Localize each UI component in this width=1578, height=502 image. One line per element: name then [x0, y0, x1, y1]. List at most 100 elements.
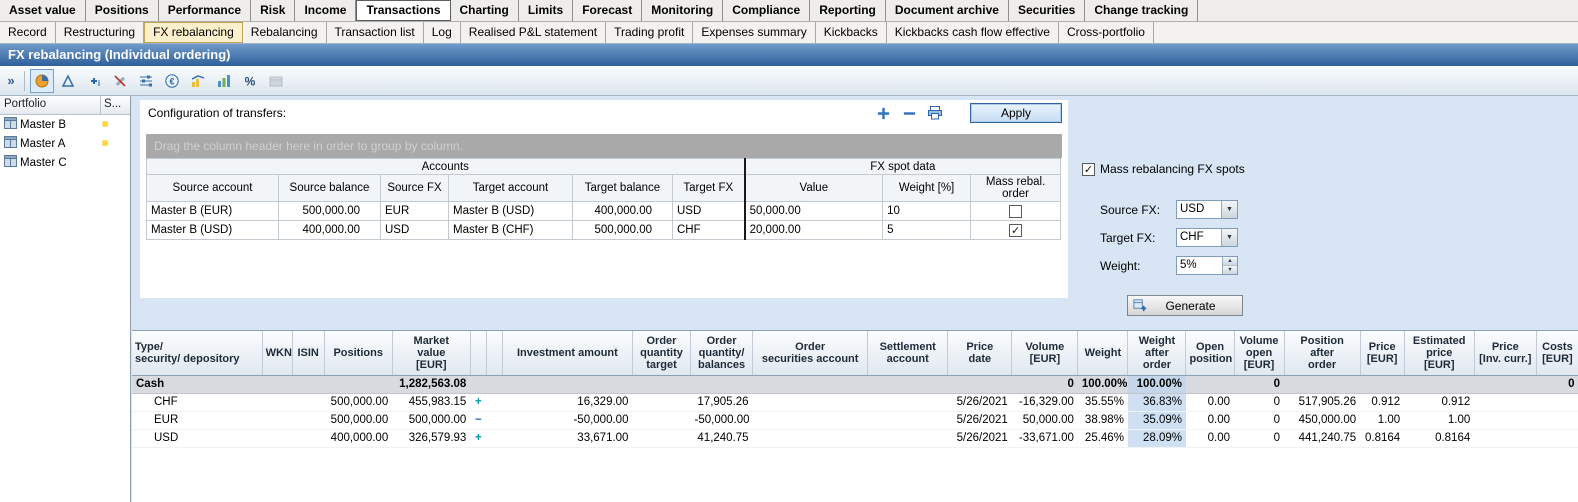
col-header-source-fx[interactable]: Source FX [381, 175, 449, 202]
subtab-kickbacks[interactable]: Kickbacks [816, 22, 887, 43]
weight-stepper[interactable]: 5% ▲ ▼ [1176, 256, 1238, 275]
price-chart-icon[interactable] [186, 69, 210, 93]
chevron-down-icon[interactable]: ▼ [1221, 201, 1237, 218]
source-fx-select[interactable]: USD ▼ [1176, 200, 1238, 219]
col-header-value[interactable]: Value [745, 175, 883, 202]
target-fx-select[interactable]: CHF ▼ [1176, 228, 1238, 247]
generate-button[interactable]: Generate [1127, 295, 1243, 316]
tab-income[interactable]: Income [295, 0, 356, 21]
tab-performance[interactable]: Performance [159, 0, 251, 21]
delta-icon[interactable] [56, 69, 80, 93]
percent-search-icon[interactable]: % [238, 69, 262, 93]
remove-transfer-icon[interactable] [900, 104, 918, 122]
col-header[interactable]: Price [EUR] [1360, 331, 1404, 375]
subtab-realised-pl-statement[interactable]: Realised P&L statement [461, 22, 606, 43]
col-header[interactable]: Volume open [EUR] [1234, 331, 1284, 375]
col-header[interactable]: Estimated price [EUR] [1404, 331, 1474, 375]
col-header-target-balance[interactable]: Target balance [573, 175, 673, 202]
position-row-eur[interactable]: EUR 500,000.00 500,000.00 − -50,000.00 -… [132, 411, 1578, 429]
subtab-restructuring[interactable]: Restructuring [56, 22, 144, 43]
stepper-up-icon[interactable]: ▲ [1223, 257, 1237, 266]
mass-rebal-checkbox[interactable]: ✓ [1009, 224, 1022, 237]
add-transfer-icon[interactable] [874, 104, 892, 122]
col-header-mass-rebal-order[interactable]: Mass rebal. order [971, 175, 1061, 202]
position-row-usd[interactable]: USD 400,000.00 326,579.93 + 33,671.00 41… [132, 429, 1578, 447]
tab-risk[interactable]: Risk [251, 0, 295, 21]
tab-document-archive[interactable]: Document archive [886, 0, 1009, 21]
group-by-drop-zone[interactable]: Drag the column header here in order to … [146, 134, 1062, 158]
tab-forecast[interactable]: Forecast [573, 0, 642, 21]
col-header-target-account[interactable]: Target account [449, 175, 573, 202]
transfer-row[interactable]: Master B (EUR) 500,000.00 EUR Master B (… [147, 202, 1061, 221]
euro-icon[interactable]: € [160, 69, 184, 93]
col-header[interactable]: Position after order [1284, 331, 1360, 375]
tab-charting[interactable]: Charting [451, 0, 519, 21]
add-info-icon[interactable]: i [82, 69, 106, 93]
col-header[interactable]: Volume [EUR] [1012, 331, 1078, 375]
mass-rebal-checkbox[interactable] [1009, 205, 1022, 218]
col-header[interactable]: Order quantity/ balances [691, 331, 753, 375]
bar-chart-icon[interactable] [212, 69, 236, 93]
transfer-row[interactable]: Master B (USD) 400,000.00 USD Master B (… [147, 221, 1061, 240]
subtab-record[interactable]: Record [0, 22, 56, 43]
mass-rebalancing-checkbox[interactable]: ✓ [1082, 163, 1095, 176]
print-icon[interactable] [926, 104, 944, 122]
position-row-chf[interactable]: CHF 500,000.00 455,983.15 + 16,329.00 17… [132, 393, 1578, 411]
col-header[interactable]: Order quantity target [632, 331, 690, 375]
subtab-kickbacks-cash-flow-effective[interactable]: Kickbacks cash flow effective [887, 22, 1059, 43]
tab-asset-value[interactable]: Asset value [0, 0, 86, 21]
subtab-trading-profit[interactable]: Trading profit [606, 22, 693, 43]
tab-compliance[interactable]: Compliance [723, 0, 810, 21]
subtab-cross-portfolio[interactable]: Cross-portfolio [1059, 22, 1154, 43]
col-header-weight[interactable]: Weight [%] [883, 175, 971, 202]
tab-positions[interactable]: Positions [86, 0, 159, 21]
col-header[interactable]: Weight after order [1128, 331, 1186, 375]
col-header[interactable]: Open position [1186, 331, 1234, 375]
portfolio-column-header[interactable]: Portfolio [0, 96, 101, 114]
tab-limits[interactable]: Limits [519, 0, 573, 21]
col-header[interactable]: Price [Inv. curr.] [1474, 331, 1536, 375]
subtab-log[interactable]: Log [424, 22, 461, 43]
col-header-target-fx[interactable]: Target FX [673, 175, 745, 202]
apply-button[interactable]: Apply [970, 103, 1062, 123]
portfolio-item-master-a[interactable]: Master A ■ [0, 134, 130, 153]
status-column-header[interactable]: S... [101, 96, 130, 114]
stepper-down-icon[interactable]: ▼ [1223, 266, 1237, 274]
portfolio-item-master-c[interactable]: Master C [0, 153, 130, 172]
col-header[interactable]: WKN [262, 331, 292, 375]
col-header[interactable]: Market value [EUR] [392, 331, 470, 375]
sliders-icon[interactable] [134, 69, 158, 93]
col-header[interactable]: Weight [1078, 331, 1128, 375]
tab-reporting[interactable]: Reporting [810, 0, 886, 21]
mass-rebalancing-checkbox-row[interactable]: ✓ Mass rebalancing FX spots [1082, 162, 1245, 176]
col-header[interactable] [486, 331, 502, 375]
subtab-rebalancing[interactable]: Rebalancing [243, 22, 327, 43]
subtab-expenses-summary[interactable]: Expenses summary [693, 22, 815, 43]
cell [1474, 393, 1536, 411]
col-header[interactable] [470, 331, 486, 375]
col-header[interactable]: Settlement account [868, 331, 948, 375]
col-header[interactable]: Investment amount [502, 331, 632, 375]
cash-group-row[interactable]: Cash 1,282,563.08 0 1 [132, 375, 1578, 393]
cell: 50,000.00 [745, 202, 883, 221]
col-header[interactable]: Type/ security/ depository [132, 331, 262, 375]
col-header[interactable]: Price date [948, 331, 1012, 375]
col-header[interactable]: Order securities account [753, 331, 868, 375]
subtab-fx-rebalancing[interactable]: FX rebalancing [144, 22, 243, 43]
tab-change-tracking[interactable]: Change tracking [1085, 0, 1198, 21]
subtab-transaction-list[interactable]: Transaction list [327, 22, 424, 43]
tab-monitoring[interactable]: Monitoring [642, 0, 723, 21]
portfolio-item-master-b[interactable]: Master B ■ [0, 115, 130, 134]
col-header[interactable]: Positions [324, 331, 392, 375]
tab-securities[interactable]: Securities [1009, 0, 1085, 21]
cell [753, 411, 868, 429]
col-header[interactable]: ISIN [292, 331, 324, 375]
tab-transactions[interactable]: Transactions [356, 0, 450, 21]
chevron-down-icon[interactable]: ▼ [1221, 229, 1237, 246]
col-header[interactable]: Costs [EUR] [1536, 331, 1578, 375]
collapse-panel-button[interactable]: » [3, 69, 19, 93]
col-header-source-account[interactable]: Source account [147, 175, 279, 202]
col-header-source-balance[interactable]: Source balance [279, 175, 381, 202]
portfolio-chart-icon[interactable] [30, 69, 54, 93]
no-edit-icon[interactable] [108, 69, 132, 93]
